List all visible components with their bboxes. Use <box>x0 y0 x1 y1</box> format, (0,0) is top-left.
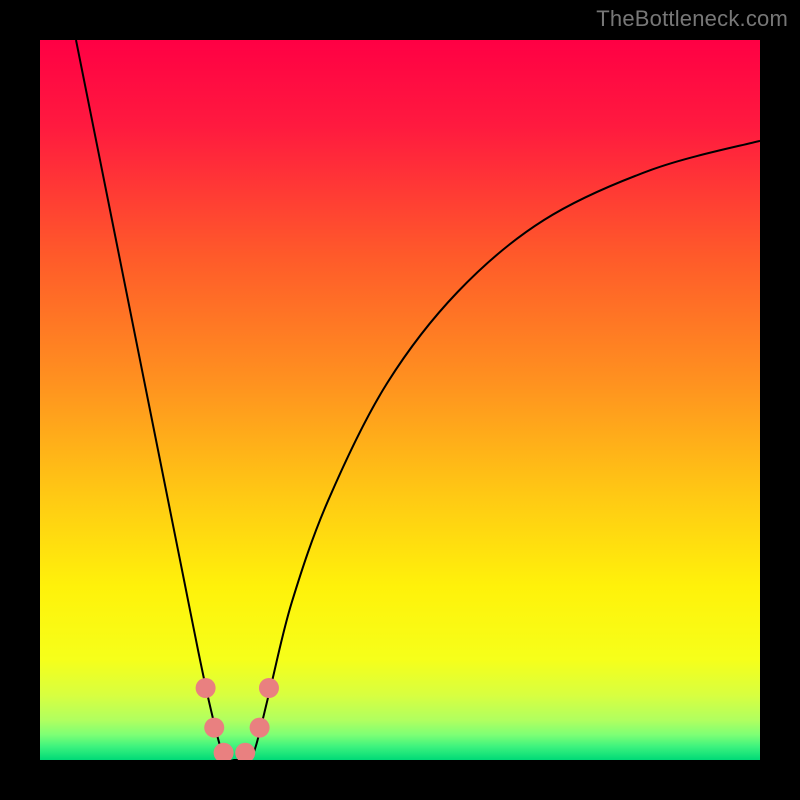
plot-area <box>40 40 760 760</box>
background-gradient <box>40 40 760 760</box>
watermark-text: TheBottleneck.com <box>596 6 788 32</box>
chart-frame: TheBottleneck.com <box>0 0 800 800</box>
